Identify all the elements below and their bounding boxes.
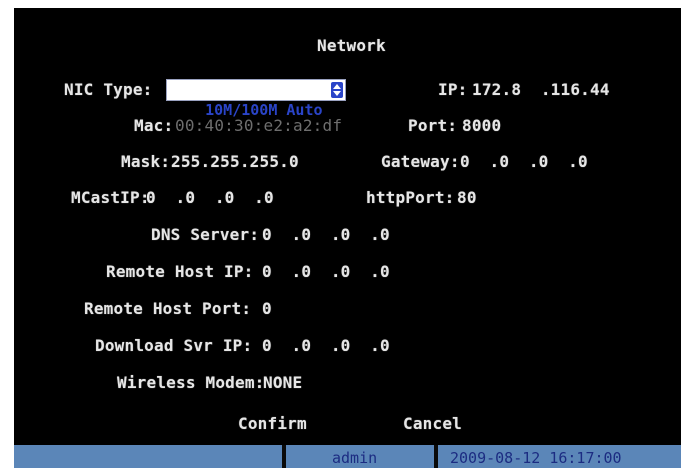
ip-label: IP: [438, 80, 468, 99]
port-label: Port: [408, 116, 458, 135]
ip-field[interactable]: 172.8 .116.44 [472, 80, 610, 100]
remote-host-ip-field[interactable]: 0 .0 .0 .0 [262, 262, 390, 282]
mask-field[interactable]: 255.255.255.0 [171, 152, 299, 172]
wireless-modem-label: Wireless Modem: [117, 373, 265, 392]
gateway-label: Gateway: [381, 152, 460, 171]
mac-value: 00:40:30:e2:a2:df [175, 116, 343, 135]
up-down-arrows-icon[interactable] [331, 82, 343, 98]
wireless-modem-value[interactable]: NONE [263, 373, 302, 393]
remote-host-port-field[interactable]: 0 [262, 299, 272, 319]
nic-type-select[interactable]: 10M/100M Auto [166, 79, 346, 119]
mcastip-label: MCastIP: [71, 188, 150, 207]
page-title: Network [317, 36, 386, 55]
cancel-button[interactable]: Cancel [403, 414, 462, 434]
download-svr-ip-field[interactable]: 0 .0 .0 .0 [262, 336, 390, 356]
mcastip-field[interactable]: 0 .0 .0 .0 [146, 188, 274, 208]
gateway-field[interactable]: 0 .0 .0 .0 [460, 152, 588, 172]
status-divider [282, 445, 286, 468]
remote-host-ip-label: Remote Host IP: [106, 262, 254, 281]
status-divider [434, 445, 438, 468]
status-bar: admin 2009-08-12 16:17:00 [14, 445, 681, 468]
httpport-label: httpPort: [366, 188, 455, 207]
download-svr-ip-label: Download Svr IP: [95, 336, 253, 355]
network-settings-screen: Network NIC Type: 10M/100M Auto IP: 172.… [14, 8, 681, 468]
mac-label: Mac: [134, 116, 174, 135]
remote-host-port-label: Remote Host Port: [84, 299, 252, 318]
dns-server-label: DNS Server: [151, 225, 260, 244]
confirm-button[interactable]: Confirm [238, 414, 307, 434]
dns-server-field[interactable]: 0 .0 .0 .0 [262, 225, 390, 245]
nic-type-label: NIC Type: [64, 80, 153, 99]
port-field[interactable]: 8000 [462, 116, 501, 136]
httpport-field[interactable]: 80 [457, 188, 477, 208]
mask-label: Mask: [121, 152, 171, 171]
current-user: admin [332, 449, 378, 467]
status-datetime: 2009-08-12 16:17:00 [450, 449, 622, 467]
